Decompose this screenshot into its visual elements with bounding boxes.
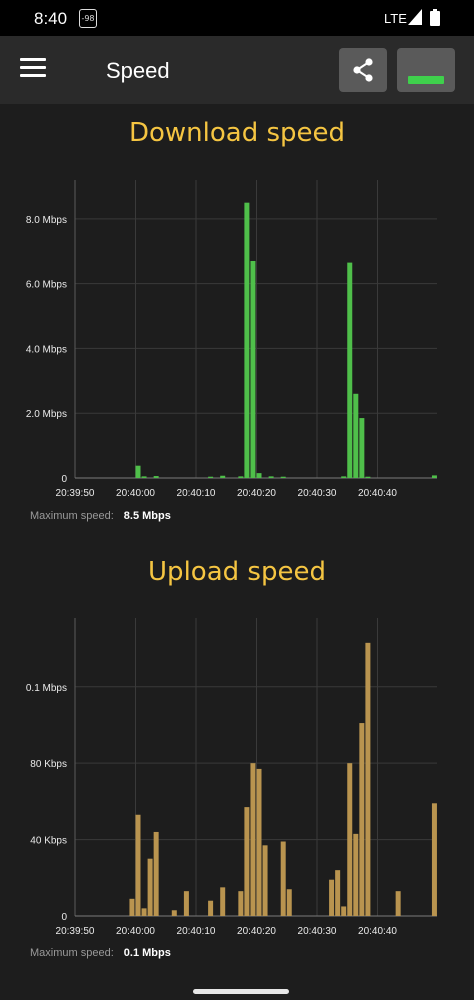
share-button[interactable]: [339, 48, 387, 92]
upload-x-tick-label: 20:40:40: [358, 926, 397, 937]
upload-x-tick-label: 20:40:20: [237, 926, 276, 937]
download-y-tick-label: 8.0 Mbps: [26, 215, 67, 226]
upload-bar: [153, 831, 159, 916]
download-bar: [268, 476, 274, 478]
upload-bar: [256, 768, 262, 916]
network-type: LTE: [384, 11, 407, 26]
upload-chart-title: Upload speed: [148, 557, 326, 587]
battery-icon: [430, 9, 440, 26]
upload-y-tick-label: 0: [61, 912, 67, 923]
upload-bar: [208, 900, 214, 916]
download-chart-title: Download speed: [128, 118, 346, 148]
upload-bar: [329, 879, 335, 916]
download-bar: [220, 475, 226, 478]
upload-bar: [341, 906, 347, 916]
upload-bar: [244, 807, 250, 916]
status-bar: 8:40 -98 LTE: [0, 0, 474, 36]
download-y-tick-label: 6.0 Mbps: [26, 280, 67, 291]
upload-max-value: 0.1 Mbps: [123, 947, 171, 959]
download-max-speed: Maximum speed: 8.5 Mbps: [30, 510, 171, 522]
download-bar: [238, 476, 244, 478]
download-bar: [153, 476, 159, 478]
upload-bar: [220, 887, 226, 916]
download-x-tick-label: 20:39:50: [56, 488, 95, 499]
download-bar: [141, 476, 147, 478]
speed-indicator-button[interactable]: [397, 48, 455, 92]
download-bar: [280, 476, 286, 478]
upload-y-tick-label: 0.1 Mbps: [26, 683, 67, 694]
download-x-tick-label: 20:40:00: [116, 488, 155, 499]
upload-bar: [353, 833, 359, 916]
upload-x-tick-label: 20:40:00: [116, 926, 155, 937]
download-x-tick-label: 20:40:40: [358, 488, 397, 499]
app-bar: Speed: [0, 36, 474, 104]
signal-icon: [408, 9, 422, 25]
upload-y-tick-label: 80 Kbps: [30, 759, 67, 770]
download-max-value: 8.5 Mbps: [123, 510, 171, 522]
upload-bar: [129, 898, 135, 916]
upload-bar: [431, 803, 437, 916]
upload-max-label: Maximum speed:: [30, 947, 114, 959]
download-bar: [250, 260, 256, 478]
upload-bar: [280, 841, 286, 916]
status-time: 8:40: [34, 9, 68, 28]
page-title: Speed: [106, 58, 170, 83]
download-bar: [431, 475, 437, 478]
download-bar: [256, 473, 262, 478]
upload-bar: [141, 908, 147, 916]
upload-bar: [286, 889, 292, 916]
upload-bar: [365, 642, 371, 916]
download-bar: [353, 393, 359, 478]
hamburger-menu-icon[interactable]: [20, 58, 46, 80]
share-icon: [353, 58, 373, 82]
download-y-tick-label: 0: [61, 474, 67, 485]
download-bar: [341, 476, 347, 478]
download-max-label: Maximum speed:: [30, 510, 114, 522]
upload-bar: [347, 763, 353, 916]
download-bar: [359, 418, 365, 478]
download-bar: [208, 476, 214, 478]
upload-bar: [262, 845, 268, 916]
upload-y-tick-label: 40 Kbps: [30, 836, 67, 847]
download-bar: [365, 476, 371, 478]
upload-x-tick-label: 20:40:10: [177, 926, 216, 937]
upload-bar: [171, 910, 177, 916]
upload-bar: [147, 858, 153, 916]
upload-bar: [183, 891, 189, 916]
upload-bar: [395, 891, 401, 916]
upload-x-tick-label: 20:39:50: [56, 926, 95, 937]
upload-bar: [238, 891, 244, 916]
upload-bar: [359, 723, 365, 916]
upload-bar: [250, 763, 256, 916]
upload-bar: [335, 870, 341, 916]
download-y-tick-label: 4.0 Mbps: [26, 344, 67, 355]
download-x-tick-label: 20:40:10: [177, 488, 216, 499]
upload-chart: 20:39:50 20:40:00 20:40:10 20:40:20 20:40:30…: [26, 618, 437, 937]
upload-x-tick-label: 20:40:30: [298, 926, 337, 937]
upload-bar: [135, 814, 141, 916]
upload-max-speed: Maximum speed: 0.1 Mbps: [30, 947, 171, 959]
speed-indicator-bar: [408, 76, 444, 84]
download-x-tick-label: 20:40:30: [298, 488, 337, 499]
download-bar: [244, 202, 250, 478]
notification-badge: -98: [79, 9, 97, 28]
home-indicator: [193, 989, 289, 994]
download-bar: [347, 262, 353, 478]
download-y-tick-label: 2.0 Mbps: [26, 409, 67, 420]
download-bar: [135, 465, 141, 478]
download-x-tick-label: 20:40:20: [237, 488, 276, 499]
download-chart: 20:39:50 20:40:00 20:40:10 20:40:20 20:40:30…: [26, 180, 437, 499]
